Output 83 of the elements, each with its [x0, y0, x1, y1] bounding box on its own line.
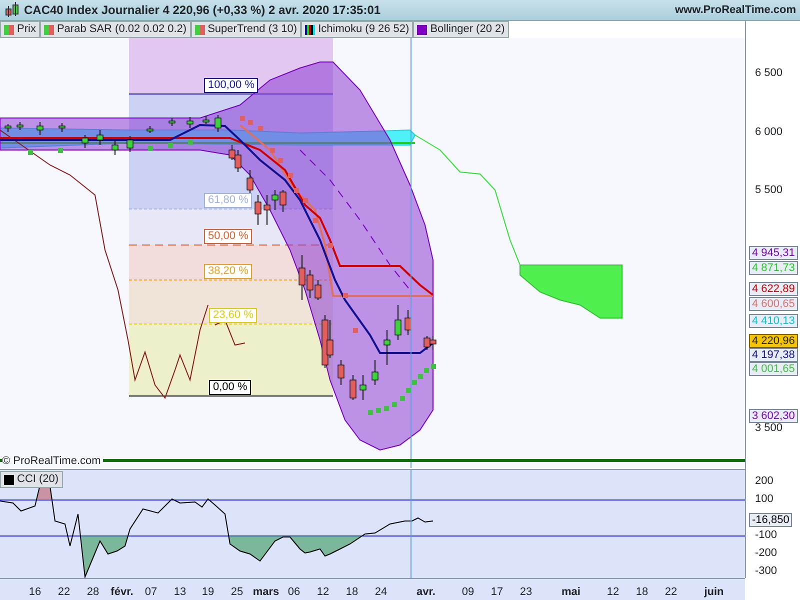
candlestick: [58, 122, 66, 132]
fibonacci-level-label: 0,00 %: [209, 380, 252, 395]
indicator-legend-item[interactable]: Ichimoku (9 26 52): [301, 21, 414, 38]
date-axis-label: 25: [230, 585, 244, 600]
date-axis-label: 09: [462, 585, 474, 600]
cci-axis-label: -200: [755, 547, 778, 559]
color-swatch-icon: [4, 474, 14, 484]
candlestick: [404, 310, 412, 336]
price-axis-label: 6 500: [755, 67, 783, 79]
candlestick: [214, 114, 222, 132]
price-tag: 4 871,73: [749, 261, 798, 275]
fibonacci-level-label: 23,60 %: [209, 308, 258, 323]
date-axis-label: 22: [664, 585, 678, 600]
date-axis-label: mai: [562, 585, 580, 600]
candlestick: [146, 126, 154, 134]
fibonacci-level-label: 38,20 %: [204, 264, 252, 279]
price-tag: 3 602,30: [749, 409, 798, 423]
color-swatch-icon: [4, 24, 14, 34]
fibonacci-level-label: 100,00 %: [204, 78, 258, 93]
candlestick: [82, 134, 88, 148]
date-axis-label: 06: [288, 585, 300, 600]
candlestick: [360, 374, 366, 400]
date-axis-label: 18: [346, 585, 358, 600]
chart-title: CAC40 Index Journalier 4 220,96 (+0,33 %) 2 avr. 2020 17:35:01: [24, 2, 381, 19]
indicator-legend-item[interactable]: Parab SAR (0.02 0.02 0.2): [40, 21, 191, 38]
fibonacci-level-label: 61,80 %: [204, 193, 252, 208]
candlestick-icon: [4, 2, 20, 18]
candlestick: [384, 330, 390, 366]
price-axis-label: 6 000: [755, 126, 783, 138]
candlestick: [168, 118, 176, 126]
cci-value-tag: -16,850: [749, 513, 792, 527]
cci-axis-label: 200: [755, 475, 774, 487]
date-axis-label: juin: [704, 585, 724, 600]
date-axis-label: 07: [144, 585, 158, 600]
candlestick: [4, 124, 12, 132]
price-tag: 4 622,89: [749, 282, 798, 296]
candlestick: [16, 122, 24, 130]
date-axis-label: 17: [490, 585, 504, 600]
date-axis-label: mars: [252, 585, 280, 600]
candlestick: [112, 140, 118, 156]
color-swatch-icon: [194, 24, 205, 34]
color-swatch-icon: [305, 24, 316, 34]
color-swatch-icon: [44, 24, 54, 34]
price-tag: 4 945,31: [749, 246, 798, 260]
price-tag: 4 410,13: [749, 314, 798, 328]
date-axis-label: 24: [374, 585, 388, 600]
indicator-legend-item[interactable]: CCI (20): [0, 471, 63, 488]
indicator-legend-item[interactable]: Bollinger (20 2): [413, 21, 509, 38]
color-swatch-icon: [417, 24, 428, 34]
fibonacci-level-label: 50,00 %: [204, 229, 252, 244]
price-tag: 4 001,65: [749, 362, 798, 376]
indicator-legend-item[interactable]: SuperTrend (3 10): [190, 21, 302, 38]
cci-axis-label: -100: [755, 529, 778, 541]
cci-axis-label: -300: [755, 565, 778, 577]
date-axis-label: 12: [316, 585, 330, 600]
date-axis-label: févr.: [110, 585, 134, 600]
candlestick: [126, 136, 134, 152]
price-tag: 4 220,96: [749, 334, 798, 348]
date-axis-label: 22: [58, 585, 70, 600]
candlestick: [350, 374, 356, 400]
candlestick: [96, 130, 104, 146]
candlestick: [36, 122, 44, 136]
copyright-label: © ProRealTime.com: [2, 456, 103, 467]
date-axis-label: 28: [86, 585, 100, 600]
site-url: www.ProRealTime.com: [674, 2, 796, 18]
price-tag: 4 197,38: [749, 348, 798, 362]
cci-axis-label: 100: [755, 493, 774, 505]
price-axis-label: 3 500: [755, 422, 783, 434]
date-axis-label: 19: [202, 585, 214, 600]
candlestick: [394, 304, 402, 340]
candlestick: [202, 116, 210, 124]
indicator-legend-item[interactable]: Prix: [0, 21, 40, 38]
price-axis-label: 5 500: [755, 184, 783, 196]
price-tag: 4 600,65: [749, 297, 798, 311]
date-axis-label: 12: [606, 585, 620, 600]
date-axis-label: 13: [174, 585, 186, 600]
candlestick: [372, 360, 378, 386]
candlestick: [338, 360, 344, 386]
date-axis-label: 18: [636, 585, 648, 600]
date-axis-label: 16: [28, 585, 42, 600]
date-axis-label: 23: [520, 585, 532, 600]
date-axis-label: avr.: [416, 585, 436, 600]
candlestick: [186, 116, 194, 128]
